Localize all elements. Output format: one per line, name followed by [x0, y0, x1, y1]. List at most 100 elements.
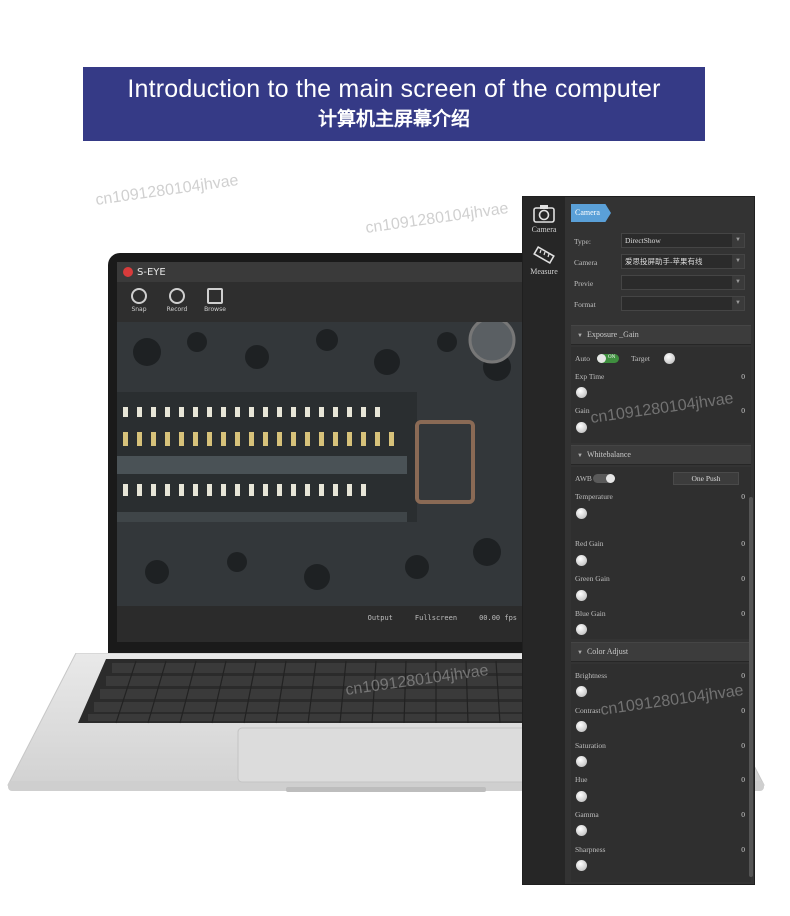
hue-value: 0 — [741, 775, 745, 784]
panel-content: Camera Type: DirectShow ▼ Camera 爱思投屏助手-… — [568, 197, 754, 884]
panel-scrollbar[interactable] — [749, 497, 753, 877]
awb-toggle[interactable] — [593, 474, 615, 483]
type-select[interactable]: DirectShow ▼ — [621, 233, 745, 248]
app-logo-icon — [123, 267, 133, 277]
exp-time-value: 0 — [741, 372, 745, 381]
nav-camera[interactable]: Camera — [523, 203, 565, 234]
exposure-gain-title: Exposure _Gain — [586, 330, 639, 339]
auto-exposure-toggle[interactable]: ON — [597, 354, 619, 363]
watermark: cn1091280104jhvae — [94, 172, 240, 209]
whitebalance-title: Whitebalance — [586, 450, 631, 459]
sharpness-label: Sharpness — [575, 845, 606, 854]
gain-value: 0 — [741, 406, 745, 415]
nav-measure-label: Measure — [530, 267, 558, 276]
one-push-button[interactable]: One Push — [673, 472, 739, 485]
contrast-label: Contrast — [575, 706, 601, 715]
green-gain-value: 0 — [741, 574, 745, 583]
status-bar: Output Fullscreen 00.00 fps — [117, 606, 527, 642]
format-label: Format — [574, 300, 596, 309]
sharpness-slider[interactable] — [576, 860, 587, 871]
blue-gain-slider[interactable] — [576, 624, 587, 635]
brightness-slider[interactable] — [576, 686, 587, 697]
fullscreen-button[interactable]: Fullscreen — [415, 614, 457, 622]
gain-label: Gain — [575, 406, 590, 415]
target-slider[interactable] — [664, 353, 675, 364]
sharpness-value: 0 — [741, 845, 745, 854]
color-adjust-header[interactable]: ▼ Color Adjust — [571, 642, 751, 662]
auto-state: ON — [608, 355, 616, 360]
brightness-label: Brightness — [575, 671, 608, 680]
color-adjust-block: Brightness 0 Contrast 0 Saturation 0 Hue… — [571, 664, 751, 882]
gamma-slider[interactable] — [576, 825, 587, 836]
record-button[interactable]: Record — [163, 288, 191, 316]
whitebalance-block: AWB One Push Temperature 0 Red Gain 0 Gr… — [571, 467, 751, 639]
collapse-chevron-icon: ▼ — [577, 650, 583, 656]
contrast-value: 0 — [741, 706, 745, 715]
saturation-slider[interactable] — [576, 756, 587, 767]
exposure-gain-block: Auto ON Target Exp Time 0 Gain 0 — [571, 347, 751, 443]
snap-button[interactable]: Snap — [125, 288, 153, 316]
green-gain-slider[interactable] — [576, 590, 587, 601]
banner-title-zh: 计算机主屏幕介绍 — [317, 108, 470, 130]
laptop-screen: S-EYE Snap Record Browse Output Fullscre… — [117, 262, 527, 642]
watermark: cn1091280104jhvae — [364, 200, 510, 237]
type-value: DirectShow — [625, 236, 661, 245]
blue-gain-value: 0 — [741, 609, 745, 618]
hue-label: Hue — [575, 775, 588, 784]
app-toolbar: Snap Record Browse — [117, 282, 527, 322]
saturation-value: 0 — [741, 741, 745, 750]
record-icon — [169, 288, 185, 304]
exp-time-slider[interactable] — [576, 387, 587, 398]
red-gain-value: 0 — [741, 539, 745, 548]
product-page: Introduction to the main screen of the c… — [0, 0, 790, 916]
red-gain-label: Red Gain — [575, 539, 604, 548]
awb-label: AWB — [575, 474, 592, 483]
nav-camera-label: Camera — [531, 225, 557, 234]
preview-label: Previe — [574, 279, 594, 288]
settings-panel: Camera Measure Camera Type: DirectShow ▼… — [522, 196, 755, 885]
gamma-value: 0 — [741, 810, 745, 819]
browse-label: Browse — [204, 306, 226, 313]
red-gain-slider[interactable] — [576, 555, 587, 566]
toggle-knob — [597, 354, 606, 363]
output-button[interactable]: Output — [368, 614, 393, 622]
whitebalance-header[interactable]: ▼ Whitebalance — [571, 445, 751, 465]
blue-gain-label: Blue Gain — [575, 609, 606, 618]
nav-measure[interactable]: Measure — [523, 245, 565, 276]
exp-time-label: Exp Time — [575, 372, 605, 381]
format-select[interactable]: ▼ — [621, 296, 745, 311]
temperature-slider[interactable] — [576, 508, 587, 519]
tab-camera[interactable]: Camera — [571, 204, 611, 222]
ruler-icon — [533, 245, 555, 265]
auto-label: Auto — [575, 354, 590, 363]
chevron-down-icon: ▼ — [732, 276, 744, 289]
chevron-down-icon: ▼ — [732, 297, 744, 310]
gain-slider[interactable] — [576, 422, 587, 433]
fps-readout: 00.00 fps — [479, 614, 517, 622]
browse-icon — [207, 288, 223, 304]
toggle-knob — [606, 474, 615, 483]
brightness-value: 0 — [741, 671, 745, 680]
type-label: Type: — [574, 237, 591, 246]
exposure-gain-header[interactable]: ▼ Exposure _Gain — [571, 325, 751, 345]
contrast-slider[interactable] — [576, 721, 587, 732]
panel-sidenav: Camera Measure — [523, 197, 565, 884]
preview-select[interactable]: ▼ — [621, 275, 745, 290]
target-label: Target — [631, 354, 650, 363]
temperature-value: 0 — [741, 492, 745, 501]
hue-slider[interactable] — [576, 791, 587, 802]
snap-label: Snap — [131, 306, 147, 313]
app-title: S-EYE — [137, 266, 166, 278]
camera-icon — [533, 205, 555, 223]
green-gain-label: Green Gain — [575, 574, 610, 583]
banner-title-en: Introduction to the main screen of the c… — [127, 75, 661, 103]
record-label: Record — [166, 306, 188, 313]
microscope-image — [117, 322, 527, 606]
camera-select[interactable]: 爱思投屏助手-苹果有线 ▼ — [621, 254, 745, 269]
chevron-down-icon: ▼ — [732, 255, 744, 268]
camera-shutter-icon — [131, 288, 147, 304]
collapse-chevron-icon: ▼ — [577, 333, 583, 339]
chevron-down-icon: ▼ — [732, 234, 744, 247]
saturation-label: Saturation — [575, 741, 606, 750]
browse-button[interactable]: Browse — [201, 288, 229, 316]
